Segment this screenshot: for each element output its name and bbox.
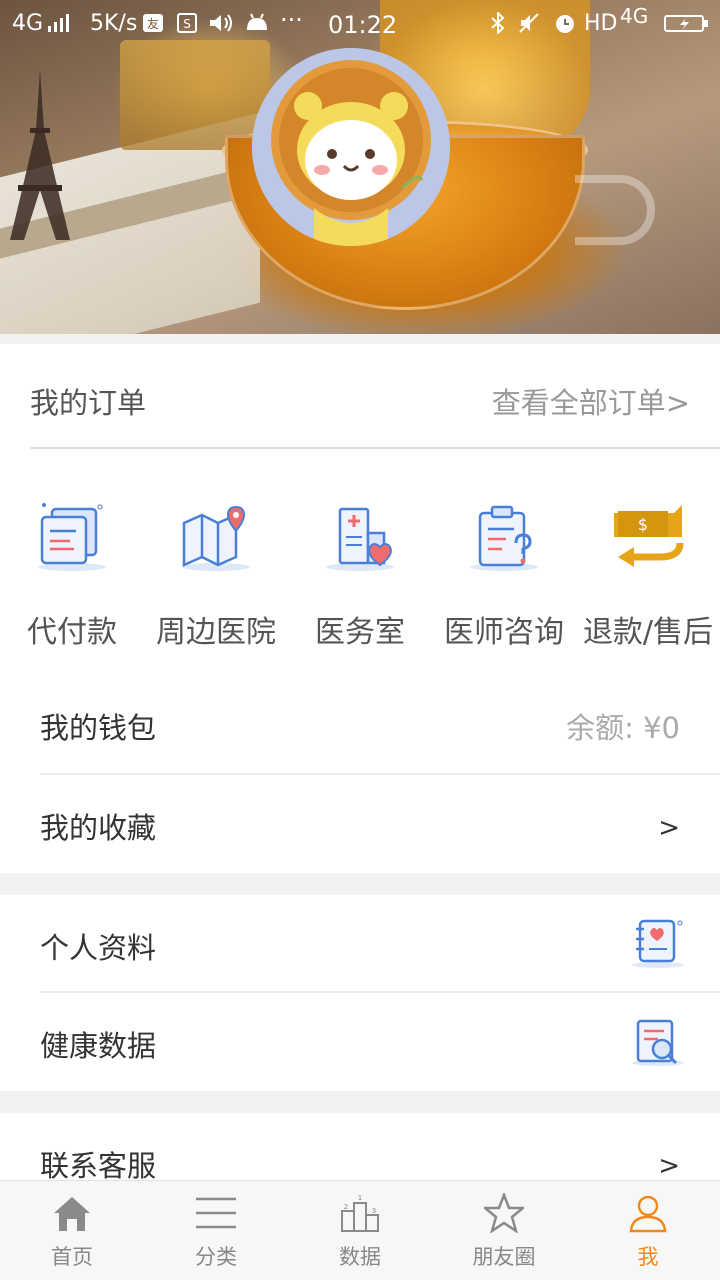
shortcut-label: 退款/售后: [582, 615, 714, 650]
bottom-tab-bar: 首页 分类 1 2 3 数据 朋友圈 我: [0, 1180, 720, 1280]
favorites-label: 我的收藏: [40, 811, 157, 845]
shortcut-refund[interactable]: $ 退款/售后: [576, 449, 720, 675]
volume-icon: [210, 14, 232, 32]
documents-icon: [38, 503, 106, 571]
shortcut-label: 医务室: [315, 615, 405, 650]
tab-label: 数据: [339, 1245, 381, 1269]
tab-label: 分类: [195, 1245, 237, 1269]
bluetooth-icon: [491, 12, 505, 34]
app-icon: S: [177, 13, 197, 33]
avatar[interactable]: [252, 48, 450, 246]
shortcut-clinic[interactable]: 医务室: [288, 449, 432, 675]
photo-cup-handle: [575, 175, 655, 245]
svg-text:2: 2: [344, 1203, 348, 1211]
lion-avatar-icon: [252, 48, 450, 246]
map-icon: [182, 505, 250, 571]
hospital-icon: [326, 507, 394, 571]
favorites-row[interactable]: 我的收藏 >: [0, 775, 720, 873]
tab-label: 首页: [51, 1245, 93, 1269]
wallet-balance: 余额: ¥0: [566, 711, 680, 745]
shortcut-label: 周边医院: [156, 615, 276, 650]
orders-title: 我的订单: [30, 386, 147, 420]
network-type-right: 4G: [620, 4, 649, 28]
shortcut-label: 代付款: [27, 615, 117, 650]
mute-icon: [519, 13, 539, 33]
star-icon: [484, 1193, 524, 1233]
shortcut-pending-payment[interactable]: 代付款: [0, 449, 144, 675]
network-speed: 5K/s: [90, 11, 138, 36]
shortcut-doctor-consult[interactable]: 医师咨询: [432, 449, 576, 675]
wallet-row[interactable]: 我的钱包 余额: ¥0: [0, 675, 720, 775]
svg-text:1: 1: [358, 1194, 362, 1202]
health-data-label: 健康数据: [40, 1029, 157, 1063]
tab-me[interactable]: 我: [576, 1181, 720, 1280]
tab-label: 我: [637, 1245, 659, 1269]
notebook-heart-icon: [632, 919, 684, 968]
podium-icon: 1 2 3: [341, 1194, 379, 1232]
tab-data[interactable]: 1 2 3 数据: [288, 1181, 432, 1280]
list-icon: [196, 1197, 236, 1229]
svg-text:S: S: [183, 17, 191, 31]
svg-text:友: 友: [147, 17, 159, 31]
document-search-icon: [632, 1019, 684, 1066]
clipboard-question-icon: [470, 505, 538, 571]
view-all-orders-link[interactable]: 查看全部订单>: [492, 380, 690, 422]
refund-icon: $: [614, 505, 684, 567]
tab-category[interactable]: 分类: [144, 1181, 288, 1280]
chevron-right-icon: >: [658, 1151, 680, 1180]
svg-text:3: 3: [372, 1207, 376, 1215]
app-icon: 友: [143, 14, 163, 32]
profile-info-label: 个人资料: [40, 931, 157, 965]
network-type-left: 4G: [12, 11, 44, 36]
battery-icon: [664, 15, 708, 32]
user-icon: [629, 1195, 667, 1233]
signal-icon: [48, 14, 69, 32]
chevron-right-icon: >: [658, 813, 680, 843]
photo-tower: [10, 70, 70, 240]
health-data-row[interactable]: 健康数据: [0, 993, 720, 1091]
svg-text:$: $: [638, 515, 648, 534]
order-shortcuts: 代付款 周边医院 医务室 医师咨询 $ 退款/售后: [0, 449, 720, 675]
tab-label: 朋友圈: [472, 1245, 536, 1269]
status-bar: 4G 5K/s 友 S ··· 01:22 HD 4G: [0, 0, 720, 50]
tab-moments[interactable]: 朋友圈: [432, 1181, 576, 1280]
profile-info-row[interactable]: 个人资料: [0, 895, 720, 993]
tab-home[interactable]: 首页: [0, 1181, 144, 1280]
orders-header: 我的订单 查看全部订单>: [0, 344, 720, 449]
home-icon: [54, 1197, 90, 1231]
customer-service-row[interactable]: 联系客服 >: [0, 1113, 720, 1180]
shortcut-nearby-hospitals[interactable]: 周边医院: [144, 449, 288, 675]
android-icon: [247, 13, 267, 30]
wallet-label: 我的钱包: [40, 711, 157, 745]
alarm-icon: [556, 15, 574, 33]
clock: 01:22: [328, 11, 398, 39]
customer-service-label: 联系客服: [40, 1149, 157, 1180]
hd-label: HD: [584, 11, 618, 36]
shortcut-label: 医师咨询: [444, 615, 564, 650]
more-icon: ···: [280, 6, 303, 34]
